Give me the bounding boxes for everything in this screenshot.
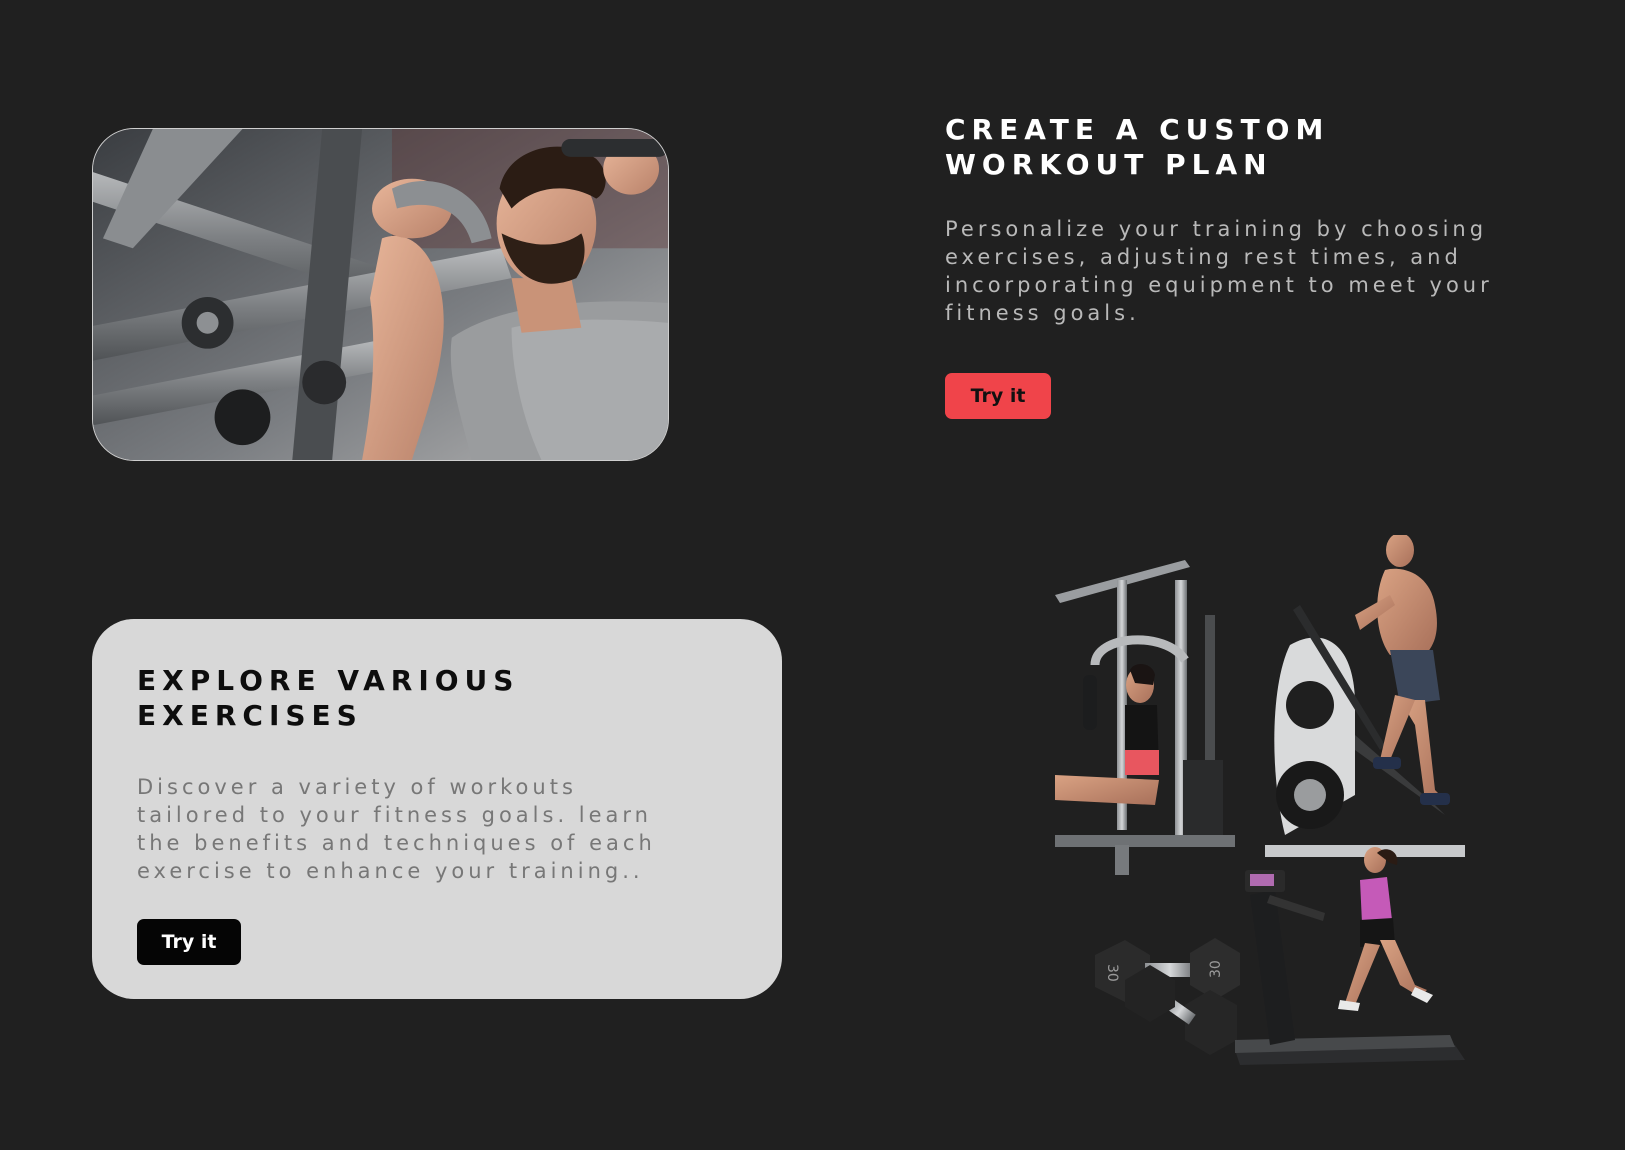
explore-description-line: the benefits and techniques of each — [137, 831, 656, 855]
treadmill-icon — [1235, 847, 1465, 1065]
explore-title-line: EXPLORE VARIOUS — [137, 664, 520, 697]
dumbbell-weight-label: 30 — [1208, 960, 1224, 978]
custom-plan-try-button[interactable]: Try it — [945, 373, 1051, 419]
explore-title: EXPLORE VARIOUS EXERCISES — [137, 663, 519, 733]
custom-plan-title-line: CREATE A CUSTOM — [945, 113, 1330, 146]
explore-exercises-card: EXPLORE VARIOUS EXERCISES Discover a var… — [92, 619, 782, 999]
custom-plan-description: Personalize your training by choosing ex… — [945, 215, 1585, 327]
home-gym-machine-icon — [1055, 560, 1235, 875]
explore-description: Discover a variety of workouts tailored … — [137, 773, 656, 885]
custom-plan-description-line: exercises, adjusting rest times, and — [945, 245, 1462, 269]
workout-photo — [92, 128, 669, 461]
custom-plan-description-line: Personalize your training by choosing — [945, 217, 1488, 241]
gym-equipment-illustration: 30 30 — [1055, 535, 1465, 1065]
explore-try-button[interactable]: Try it — [137, 919, 241, 965]
elliptical-machine-icon — [1265, 535, 1465, 857]
custom-plan-description-line: incorporating equipment to meet your — [945, 273, 1493, 297]
custom-plan-title: CREATE A CUSTOM WORKOUT PLAN — [945, 112, 1585, 182]
explore-title-line: EXERCISES — [137, 699, 363, 732]
explore-description-line: tailored to your fitness goals. learn — [137, 803, 652, 827]
dumbbell-weight-label: 30 — [1104, 964, 1120, 982]
custom-plan-description-line: fitness goals. — [945, 301, 1140, 325]
dumbbells-icon: 30 30 — [1095, 938, 1240, 1055]
custom-plan-title-line: WORKOUT PLAN — [945, 148, 1273, 181]
explore-description-line: exercise to enhance your training.. — [137, 859, 644, 883]
custom-plan-section: CREATE A CUSTOM WORKOUT PLAN Personalize… — [945, 112, 1585, 327]
equipment-collage-image: 30 30 — [1055, 535, 1515, 1095]
man-shoulder-press-image — [93, 129, 668, 460]
explore-description-line: Discover a variety of workouts — [137, 775, 577, 799]
